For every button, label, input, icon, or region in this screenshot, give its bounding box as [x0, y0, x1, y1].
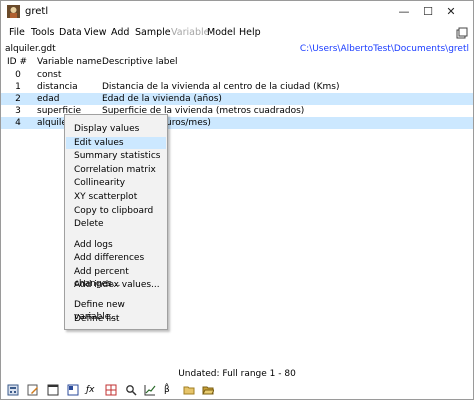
menu-item-display-values[interactable]: Display values: [66, 123, 166, 135]
dataset-path-bar: alquiler.gdt C:\Users\AlbertoTest\Docume…: [1, 44, 473, 56]
row-id: 1: [15, 82, 21, 92]
menu-item-add-differences[interactable]: Add differences: [66, 252, 166, 264]
graph-icon[interactable]: [144, 384, 156, 396]
dataset-file-name: alquiler.gdt: [5, 44, 56, 54]
calculator-icon[interactable]: [7, 384, 19, 396]
gretl-main-window: gretl — ☐ ✕ File Tools Data View Add Sam…: [0, 0, 474, 400]
sample-range-status: Undated: Full range 1 - 80: [178, 369, 296, 379]
row-name: const: [37, 70, 62, 80]
window-title: gretl: [25, 6, 49, 17]
gretl-app-icon: [7, 5, 20, 18]
column-header-name[interactable]: Variable name: [37, 57, 102, 67]
menu-view[interactable]: View: [84, 27, 107, 38]
script-editor-icon[interactable]: [27, 384, 39, 396]
menu-help[interactable]: Help: [239, 27, 261, 38]
row-label: uros/mes): [166, 118, 211, 128]
menu-item-delete[interactable]: Delete: [66, 218, 166, 230]
close-button[interactable]: ✕: [428, 1, 474, 23]
menu-item-summary-statistics[interactable]: Summary statistics: [66, 150, 166, 162]
bottom-toolbar: ƒx β̂: [1, 381, 473, 399]
menu-item-edit-values[interactable]: Edit values: [66, 137, 166, 149]
menu-item-define-new-variable[interactable]: Define new variable...: [66, 299, 166, 322]
row-label: Distancia de la vivienda al centro de la…: [102, 82, 340, 92]
menu-item-define-list[interactable]: Define list: [66, 313, 166, 325]
menu-item-collinearity[interactable]: Collinearity: [66, 177, 166, 189]
table-row[interactable]: 2 edad Edad de la vivienda (años): [1, 93, 473, 105]
menu-item-copy-to-clipboard[interactable]: Copy to clipboard: [66, 205, 166, 217]
menu-file[interactable]: File: [9, 27, 25, 38]
table-row[interactable]: 1 distancia Distancia de la vivienda al …: [1, 81, 473, 93]
menu-bar: File Tools Data View Add Sample Variable…: [1, 25, 473, 43]
menu-item-correlation-matrix[interactable]: Correlation matrix: [66, 164, 166, 176]
row-id: 3: [15, 106, 21, 116]
matrix-icon[interactable]: [105, 384, 117, 396]
title-bar: gretl — ☐ ✕: [1, 1, 473, 23]
menu-item-xy-scatterplot[interactable]: XY scatterplot: [66, 191, 166, 203]
table-row[interactable]: 0 const: [1, 69, 473, 81]
status-bar: Undated: Full range 1 - 80: [1, 369, 473, 381]
menu-item-add-logs[interactable]: Add logs: [66, 239, 166, 251]
model-icon[interactable]: β̂: [164, 384, 176, 396]
column-header-id[interactable]: ID #: [7, 57, 27, 67]
menu-data[interactable]: Data: [59, 27, 82, 38]
session-view-icon[interactable]: [67, 384, 79, 396]
function-icon[interactable]: ƒx: [86, 384, 98, 396]
menu-item-add-percent-changes[interactable]: Add percent changes...: [66, 266, 166, 289]
menu-item-add-index-values[interactable]: Add index values...: [66, 279, 166, 291]
row-label: Edad de la vivienda (años): [102, 94, 222, 104]
variable-list-header: ID # Variable name Descriptive label: [1, 57, 473, 69]
row-id: 4: [15, 118, 21, 128]
menu-tools[interactable]: Tools: [31, 27, 54, 38]
row-id: 0: [15, 70, 21, 80]
menu-variable[interactable]: Variable: [171, 27, 209, 38]
dataset-directory-path: C:\Users\AlbertoTest\Documents\gretl: [299, 44, 469, 54]
icon-view-icon[interactable]: [456, 27, 468, 39]
row-name: distancia: [37, 82, 78, 92]
search-icon[interactable]: [125, 384, 137, 396]
variable-context-menu: Display values Edit values Summary stati…: [64, 114, 168, 330]
menu-add[interactable]: Add: [111, 27, 129, 38]
row-name: edad: [37, 94, 60, 104]
terminal-icon[interactable]: [47, 384, 59, 396]
menu-model[interactable]: Model: [207, 27, 236, 38]
open-dataset-icon[interactable]: [183, 384, 195, 396]
menu-sample[interactable]: Sample: [135, 27, 171, 38]
row-id: 2: [15, 94, 21, 104]
column-header-label[interactable]: Descriptive label: [102, 57, 178, 67]
folder-icon[interactable]: [202, 384, 214, 396]
